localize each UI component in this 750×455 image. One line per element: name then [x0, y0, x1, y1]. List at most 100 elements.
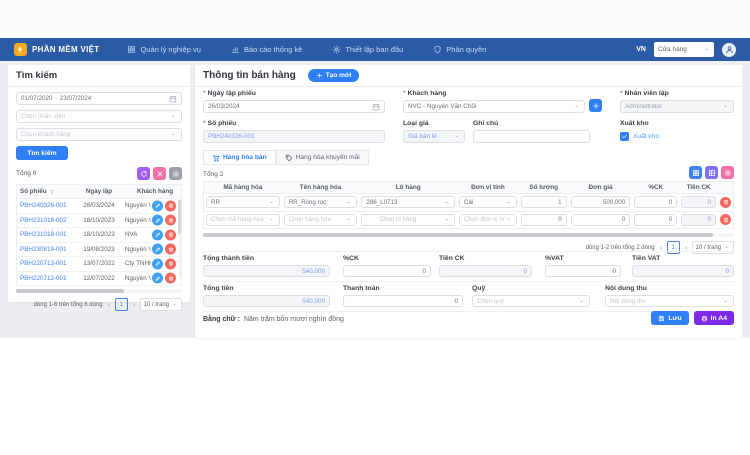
- item-dvt-select[interactable]: Chọn đơn vị tính: [459, 214, 517, 226]
- save-button[interactable]: Lưu: [651, 311, 688, 325]
- item-ten-select[interactable]: RR_Ròng rọc: [284, 196, 358, 208]
- receipts-table: Số phiếu Ngày lập Khách hàng PBH240326-0…: [16, 184, 182, 286]
- label-tong-thanh-tien: Tổng thành tiền: [203, 255, 330, 262]
- add-customer-button[interactable]: [589, 99, 602, 112]
- chevron-right-icon[interactable]: [683, 245, 689, 251]
- item-pct-ck-input[interactable]: 0: [634, 214, 677, 226]
- item-ma-select[interactable]: RR: [206, 196, 280, 208]
- table-row[interactable]: PBH240326-001 26/03/2024 Nguyễn Văn Chồi: [17, 199, 181, 214]
- ghi-chu-input[interactable]: [473, 130, 590, 143]
- brand: PHẦN MỀM VIỆT: [14, 43, 99, 56]
- delete-button[interactable]: [165, 200, 176, 211]
- nhan-vien-lap-select[interactable]: Administrator: [620, 100, 734, 113]
- user-avatar-icon[interactable]: [722, 43, 736, 57]
- tab-hang-hoa-ban[interactable]: Hàng hóa bán: [203, 150, 276, 165]
- table-row[interactable]: PBH220713-001 13/07/2022 Cty TNHH Hoàn T…: [17, 257, 181, 272]
- label-loai-gia: Loại giá: [403, 120, 465, 127]
- khach-hang-select[interactable]: NVC - Nguyễn Văn Chồi: [403, 100, 585, 113]
- clear-filter-button[interactable]: [153, 167, 166, 180]
- table-row[interactable]: PBH220712-001 12/07/2022 Nguyễn Văn Chồi: [17, 272, 181, 287]
- chevron-right-icon[interactable]: [131, 302, 137, 308]
- ngay-lap-phieu-input[interactable]: 26/03/2024: [203, 100, 385, 113]
- item-ma-select[interactable]: Chọn mã hàng hóa: [206, 214, 280, 226]
- chevron-left-icon[interactable]: [106, 302, 112, 308]
- edit-button[interactable]: [152, 258, 163, 269]
- item-pct-ck-input[interactable]: 0: [634, 196, 677, 208]
- items-columns-button[interactable]: [705, 166, 718, 179]
- customer-select[interactable]: Chọn khách hàng: [16, 128, 182, 141]
- horizontal-scrollbar[interactable]: [16, 289, 182, 293]
- delete-button[interactable]: [165, 258, 176, 269]
- amount-in-words: Bằng chữ : Năm trăm bốn mươi nghìn đồng: [203, 316, 344, 323]
- chevron-left-icon[interactable]: [658, 245, 664, 251]
- date-range-input[interactable]: 01/07/2020 ~ 23/07/2024: [16, 92, 182, 105]
- search-button[interactable]: Tìm kiếm: [16, 146, 68, 160]
- cell-so-phieu[interactable]: PBH220712-001: [17, 275, 75, 282]
- chevron-down-icon: [171, 301, 178, 308]
- delete-button[interactable]: [165, 244, 176, 255]
- delete-button[interactable]: [165, 273, 176, 284]
- nav-item-phan-quyen[interactable]: Phân quyền: [433, 45, 486, 54]
- delete-item-button[interactable]: [720, 214, 731, 225]
- header-don-vi-tinh: Đơn vị tính: [457, 184, 519, 191]
- delete-button[interactable]: [165, 229, 176, 240]
- item-lo-select[interactable]: Chọn lô hàng: [361, 214, 455, 226]
- filter-icon[interactable]: [49, 189, 55, 195]
- edit-button[interactable]: [152, 215, 163, 226]
- language-toggle[interactable]: VN: [636, 46, 646, 53]
- items-settings-button[interactable]: [721, 166, 734, 179]
- nav-item-bao-cao-thong-ke[interactable]: Báo cáo thống kê: [231, 45, 302, 54]
- header-khach-hang: Khách hàng: [123, 188, 181, 195]
- thanh-toan-input[interactable]: 0: [343, 295, 463, 307]
- item-so-luong-input[interactable]: 0: [521, 214, 567, 226]
- delete-item-button[interactable]: [720, 197, 731, 208]
- table-row[interactable]: PBH231018-002 18/10/2023 Nguyễn Văn Chồi: [17, 214, 181, 229]
- header-so-luong: Số lượng: [519, 184, 569, 191]
- table-row[interactable]: PBH231018-001 18/10/2023 NVA: [17, 228, 181, 243]
- table-settings-button[interactable]: [169, 167, 182, 180]
- items-horizontal-scrollbar[interactable]: [203, 233, 734, 237]
- xuat-kho-checkbox[interactable]: [620, 132, 629, 141]
- header-tien-ck: Tiền CK: [679, 184, 718, 191]
- item-don-gia-input[interactable]: 500,000: [571, 196, 631, 208]
- edit-button[interactable]: [152, 273, 163, 284]
- item-ten-select[interactable]: Chọn hàng hóa: [284, 214, 358, 226]
- item-so-luong-input[interactable]: 1: [521, 196, 567, 208]
- refresh-button[interactable]: [137, 167, 150, 180]
- pct-ck-input[interactable]: 0: [343, 265, 431, 277]
- browser-top-strip: [0, 0, 750, 38]
- edit-button[interactable]: [152, 244, 163, 255]
- loai-gia-select[interactable]: Giá bán lẻ: [403, 130, 465, 143]
- tab-hang-hoa-khuyen-mai[interactable]: Hàng hóa khuyến mãi: [276, 150, 369, 165]
- item-don-gia-input[interactable]: 0: [571, 214, 631, 226]
- print-a4-button[interactable]: In A4: [694, 311, 734, 325]
- quy-select[interactable]: Chọn quỹ: [472, 295, 590, 307]
- noi-dung-thu-select[interactable]: Nội dung thu: [605, 295, 734, 307]
- item-lo-select[interactable]: 286_L0713: [361, 196, 455, 208]
- table-row[interactable]: PBH230819-001 19/08/2023 Nguyễn Văn Chồi: [17, 243, 181, 258]
- vertical-scrollbar[interactable]: [178, 198, 181, 278]
- create-new-button[interactable]: Tạo mới: [308, 69, 360, 82]
- edit-button[interactable]: [152, 229, 163, 240]
- pct-vat-input[interactable]: 0: [545, 265, 621, 277]
- delete-button[interactable]: [165, 215, 176, 226]
- cell-so-phieu[interactable]: PBH231018-001: [17, 231, 75, 238]
- items-grid-button[interactable]: [689, 166, 702, 179]
- employee-select[interactable]: Chọn nhân viên: [16, 110, 182, 123]
- store-select[interactable]: Cửa hàng: [654, 42, 714, 57]
- nav-item-thiet-lap-ban-dau[interactable]: Thiết lập ban đầu: [332, 45, 403, 54]
- cell-so-phieu[interactable]: PBH231018-002: [17, 217, 75, 224]
- header-pct-ck: %CK: [632, 184, 679, 191]
- page-number[interactable]: 1: [115, 298, 128, 311]
- so-phieu-input: PBH240326-001: [203, 130, 385, 143]
- label-khach-hang: Khách hàng: [403, 90, 585, 97]
- cell-so-phieu[interactable]: PBH240326-001: [17, 202, 75, 209]
- cell-so-phieu[interactable]: PBH220713-001: [17, 260, 75, 267]
- cell-so-phieu[interactable]: PBH230819-001: [17, 246, 75, 253]
- page-size-select[interactable]: 10 / trang: [140, 298, 182, 311]
- item-dvt-select[interactable]: Cái: [459, 196, 517, 208]
- nav-item-quan-ly-nghiep-vu[interactable]: Quản lý nghiệp vụ: [127, 45, 200, 54]
- edit-button[interactable]: [152, 200, 163, 211]
- trash-icon: [723, 217, 729, 223]
- label-pct-vat: %VAT: [545, 255, 621, 262]
